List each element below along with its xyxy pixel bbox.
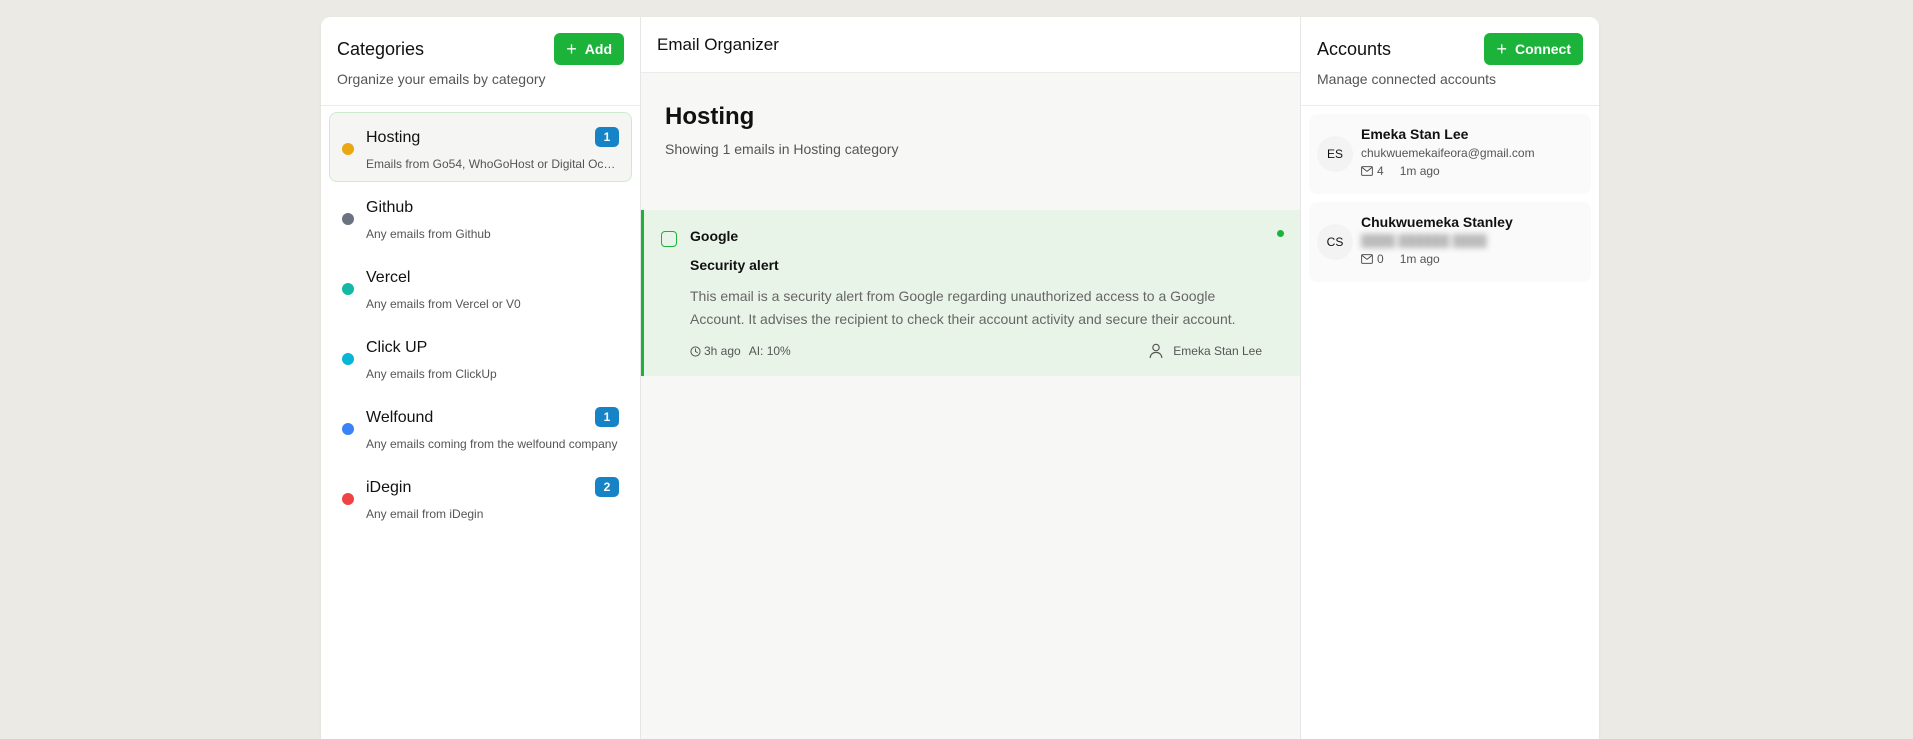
accounts-panel: Accounts Manage connected accounts + Con… [1301, 17, 1599, 739]
account-card[interactable]: CS Chukwuemeka Stanley ████ ██████ ████ … [1309, 202, 1591, 282]
account-last-sync: 1m ago [1399, 252, 1440, 266]
category-desc: Any emails from Github [366, 227, 491, 241]
category-item-welfound[interactable]: Welfound Any emails coming from the welf… [329, 392, 632, 462]
email-subject: Security alert [690, 257, 779, 273]
category-count-badge: 1 [595, 127, 619, 147]
categories-header: Categories Organize your emails by categ… [321, 17, 640, 106]
category-color-dot [342, 353, 354, 365]
connect-account-button[interactable]: + Connect [1484, 33, 1583, 65]
category-name: Github [366, 199, 414, 216]
email-select-checkbox[interactable] [661, 231, 677, 247]
add-category-label: Add [584, 41, 612, 57]
category-heading-block: Hosting Showing 1 emails in Hosting cate… [641, 73, 1300, 210]
category-item-vercel[interactable]: Vercel Any emails from Vercel or V0 [329, 252, 632, 322]
account-email-count: 4 [1377, 164, 1384, 178]
category-count-badge: 1 [595, 407, 619, 427]
category-item-hosting[interactable]: Hosting Emails from Go54, WhoGoHost or D… [329, 112, 632, 182]
category-heading: Hosting [665, 103, 755, 130]
plus-icon: + [566, 39, 577, 59]
category-item-idegin[interactable]: iDegin Any email from iDegin 2 [329, 462, 632, 532]
account-email: chukwuemekaifeora@gmail.com [1361, 146, 1535, 160]
category-desc: Any emails coming from the welfound comp… [366, 437, 618, 451]
categories-subtitle: Organize your emails by category [337, 71, 546, 87]
category-color-dot [342, 283, 354, 295]
email-account: Emeka Stan Lee [1149, 343, 1262, 359]
avatar: CS [1317, 224, 1353, 260]
category-summary: Showing 1 emails in Hosting category [665, 141, 899, 157]
accounts-title: Accounts [1317, 39, 1392, 59]
category-item-clickup[interactable]: Click UP Any emails from ClickUp [329, 322, 632, 392]
accounts-subtitle: Manage connected accounts [1317, 71, 1497, 87]
email-time: 3h ago [690, 344, 741, 358]
email-meta: 3h ago AI: 10% Emeka Stan Lee [690, 343, 1262, 359]
category-name: Hosting [366, 129, 421, 146]
app-title: Email Organizer [657, 34, 779, 54]
email-panel: Email Organizer Hosting Showing 1 emails… [641, 17, 1301, 739]
mail-icon [1361, 166, 1373, 176]
email-summary: This email is a security alert from Goog… [690, 288, 1236, 327]
category-desc: Any email from iDegin [366, 507, 484, 521]
app-title-bar: Email Organizer [641, 17, 1300, 73]
plus-icon: + [1496, 39, 1507, 59]
categories-title: Categories [337, 39, 425, 59]
account-name: Emeka Stan Lee [1361, 126, 1469, 142]
email-sender: Google [690, 228, 739, 244]
accounts-header: Accounts Manage connected accounts + Con… [1301, 17, 1599, 106]
account-name: Chukwuemeka Stanley [1361, 214, 1513, 230]
unread-indicator [1277, 230, 1284, 237]
category-name: Click UP [366, 339, 428, 356]
clock-icon [690, 345, 701, 357]
category-list: Hosting Emails from Go54, WhoGoHost or D… [321, 106, 640, 538]
category-item-github[interactable]: Github Any emails from Github [329, 182, 632, 252]
user-icon [1149, 343, 1163, 359]
mail-icon [1361, 254, 1373, 264]
category-color-dot [342, 213, 354, 225]
account-email-count: 0 [1377, 252, 1384, 266]
category-color-dot [342, 493, 354, 505]
category-name: Vercel [366, 269, 411, 286]
account-last-sync: 1m ago [1399, 164, 1440, 178]
category-desc: Emails from Go54, WhoGoHost or Digital O… [366, 157, 619, 171]
account-stats: 4 1m ago [1361, 164, 1591, 178]
account-email-redacted: ████ ██████ ████ [1361, 234, 1487, 248]
add-category-button[interactable]: + Add [554, 33, 624, 65]
account-list: ES Emeka Stan Lee chukwuemekaifeora@gmai… [1301, 106, 1599, 298]
ai-confidence: AI: 10% [748, 344, 791, 358]
avatar: ES [1317, 136, 1353, 172]
account-card[interactable]: ES Emeka Stan Lee chukwuemekaifeora@gmai… [1309, 114, 1591, 194]
category-name: Welfound [366, 409, 434, 426]
categories-panel: Categories Organize your emails by categ… [321, 17, 641, 739]
category-count-badge: 2 [595, 477, 619, 497]
email-account-name: Emeka Stan Lee [1173, 344, 1262, 358]
category-name: iDegin [366, 479, 412, 496]
category-desc: Any emails from ClickUp [366, 367, 497, 381]
email-item[interactable]: Google Security alert This email is a se… [641, 210, 1300, 376]
app-window: Categories Organize your emails by categ… [321, 17, 1599, 739]
category-color-dot [342, 143, 354, 155]
account-stats: 0 1m ago [1361, 252, 1591, 266]
email-time-text: 3h ago [704, 344, 741, 358]
category-color-dot [342, 423, 354, 435]
category-desc: Any emails from Vercel or V0 [366, 297, 521, 311]
connect-account-label: Connect [1515, 41, 1571, 57]
